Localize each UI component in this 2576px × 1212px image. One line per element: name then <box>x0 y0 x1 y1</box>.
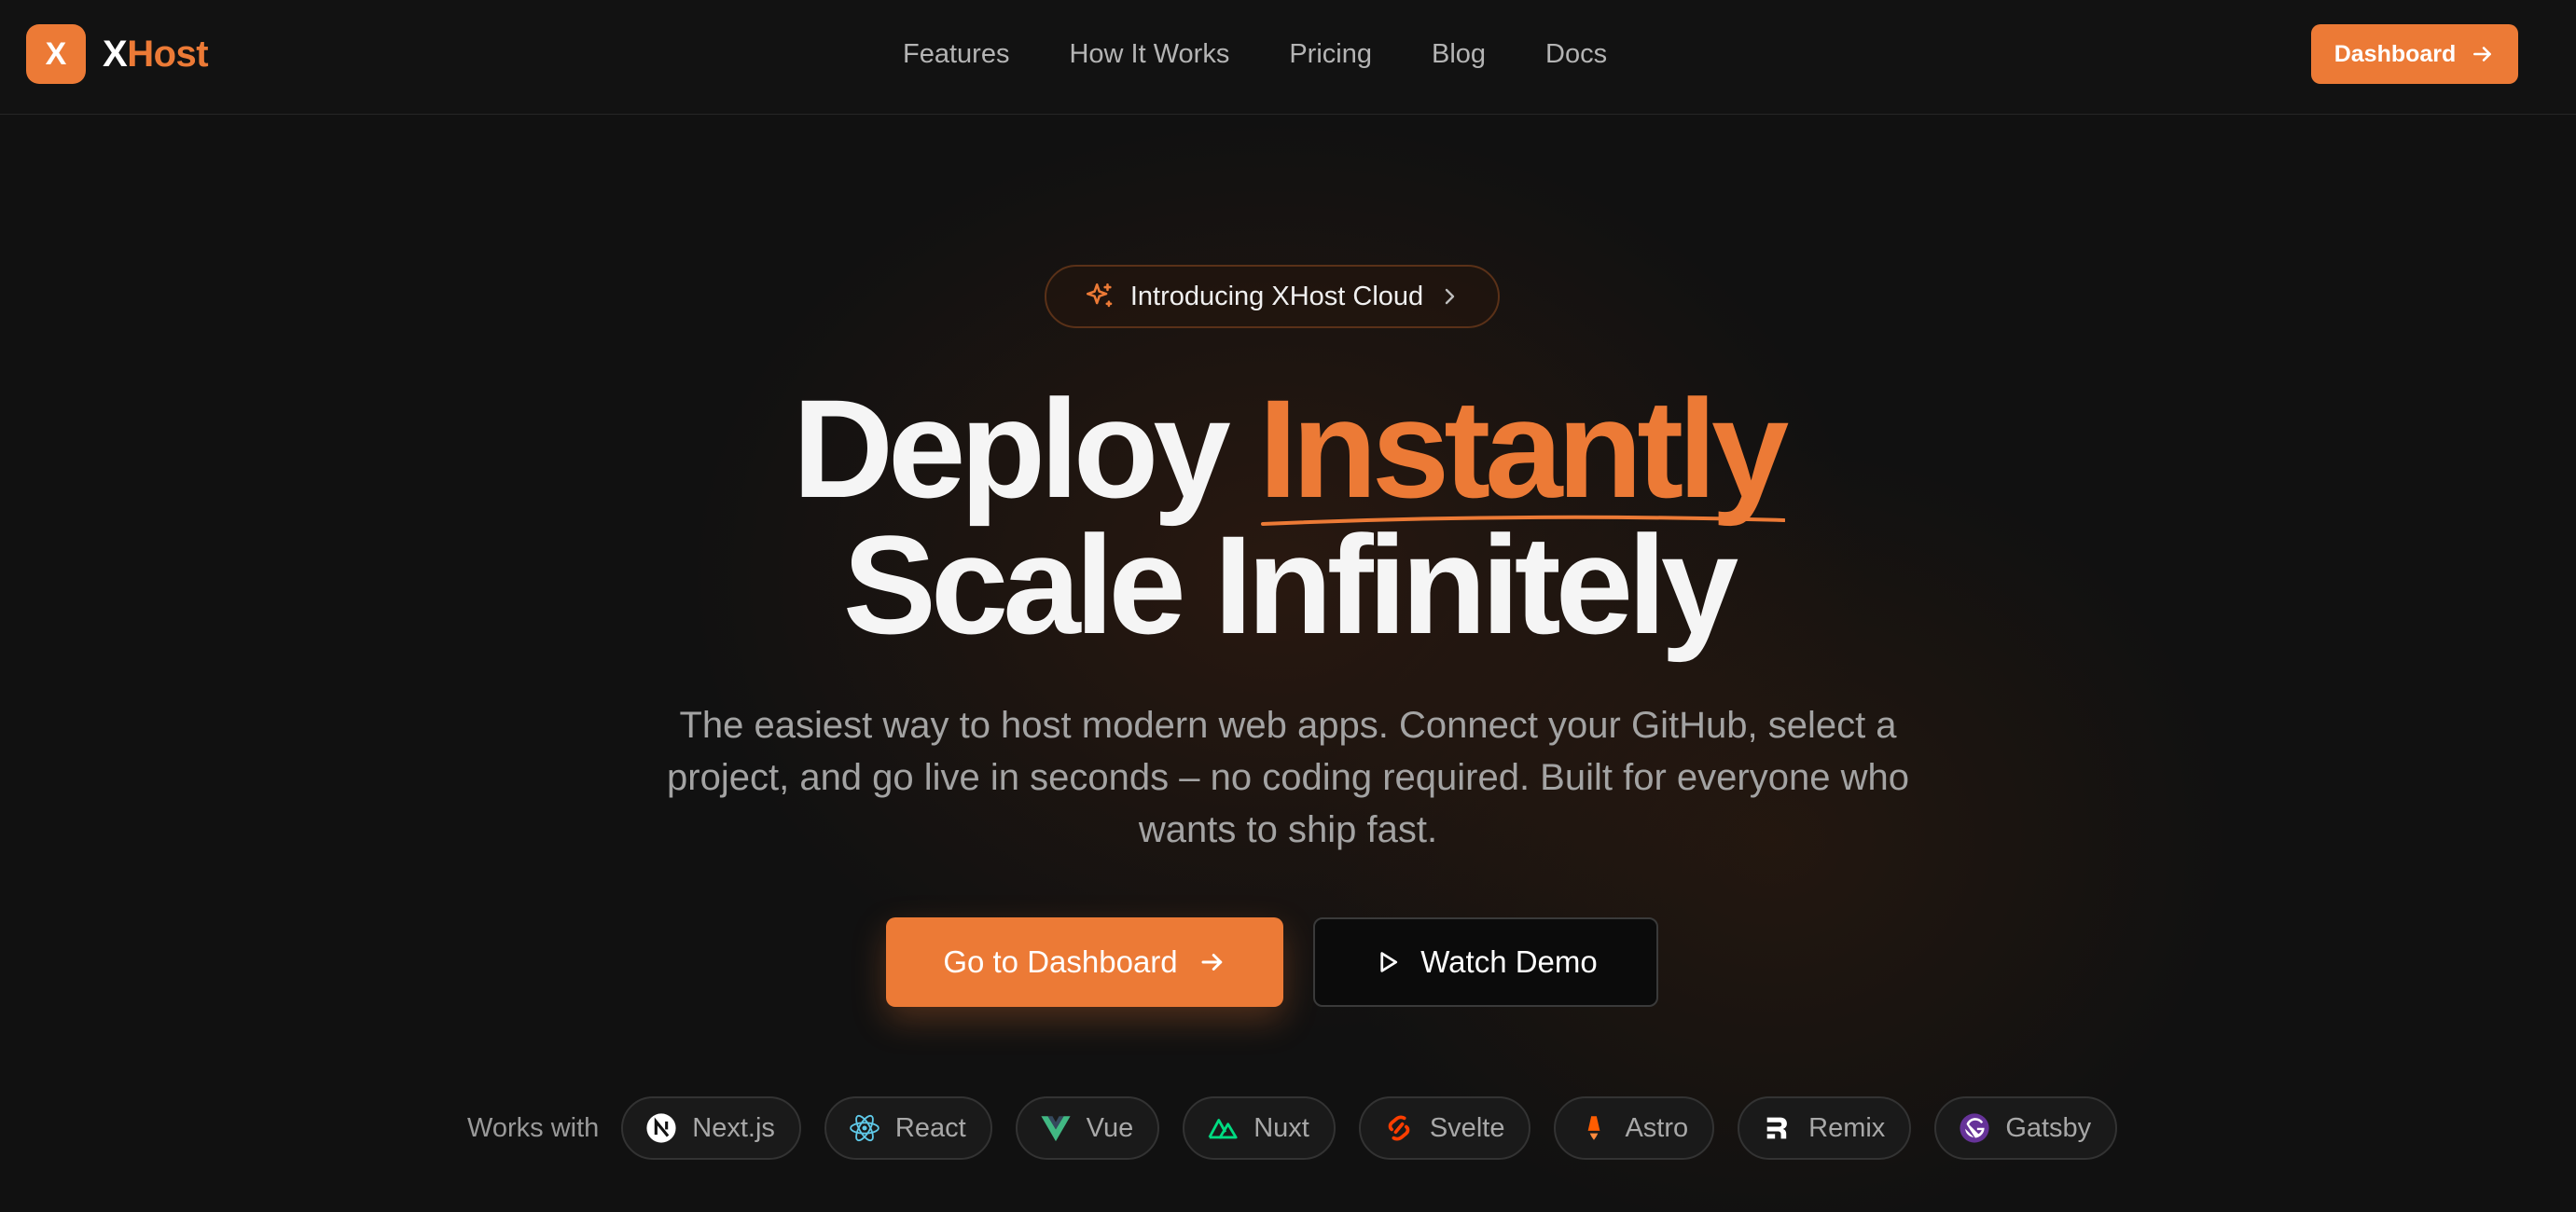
accent-underline <box>1260 515 1786 526</box>
headline-line-1: Deploy Instantly <box>0 379 2576 526</box>
chevron-right-icon <box>1438 285 1461 308</box>
react-icon <box>849 1112 880 1144</box>
logo-mark: X <box>26 24 86 84</box>
framework-name: Next.js <box>692 1112 775 1143</box>
nav-link-blog[interactable]: Blog <box>1432 39 1486 70</box>
framework-chip-remix[interactable]: Remix <box>1738 1096 1912 1160</box>
brand-name: XHost <box>103 33 209 76</box>
headline-line-2: Scale Infinitely <box>842 506 1738 663</box>
framework-name: Nuxt <box>1253 1112 1309 1143</box>
headline-deploy: Deploy <box>792 370 1231 527</box>
headline-accent: Instantly <box>1259 379 1789 526</box>
arrow-right-icon <box>2473 47 2492 62</box>
hero-subtitle: The easiest way to host modern web apps.… <box>667 705 1909 850</box>
top-navbar: X XHost Features How It Works Pricing Bl… <box>0 0 2576 115</box>
nav-link-features[interactable]: Features <box>903 39 1009 70</box>
brand-name-x: X <box>103 33 128 75</box>
works-with-row: Works with Next.js React Vue Nuxt Svelte… <box>467 1096 2118 1160</box>
framework-name: Astro <box>1625 1112 1689 1143</box>
hero-headline: Deploy Instantly Scale Infinitely <box>0 379 2576 663</box>
gatsby-icon <box>1959 1112 1990 1144</box>
dashboard-button[interactable]: Dashboard <box>2311 24 2518 84</box>
announcement-badge[interactable]: Introducing XHost Cloud <box>1045 265 1500 328</box>
announcement-label: Introducing XHost Cloud <box>1129 281 1424 311</box>
remix-icon <box>1762 1112 1794 1144</box>
nav-link-pricing[interactable]: Pricing <box>1289 39 1372 70</box>
framework-name: Vue <box>1086 1112 1134 1143</box>
main-nav: Features How It Works Pricing Blog Docs <box>903 35 1607 73</box>
framework-name: Gatsby <box>2005 1112 2092 1143</box>
brand-logo[interactable]: X XHost <box>26 24 209 84</box>
landing-page: X XHost Features How It Works Pricing Bl… <box>0 0 2576 1212</box>
go-to-dashboard-label: Go to Dashboard <box>943 944 1178 979</box>
go-to-dashboard-button[interactable]: Go to Dashboard <box>886 917 1283 1007</box>
nav-link-docs[interactable]: Docs <box>1545 39 1607 70</box>
works-with-label: Works with <box>467 1112 600 1143</box>
watch-demo-button[interactable]: Watch Demo <box>1313 917 1658 1007</box>
nextjs-icon <box>645 1112 677 1144</box>
svelte-icon <box>1383 1112 1415 1144</box>
framework-chip-astro[interactable]: Astro <box>1554 1096 1715 1160</box>
sparkles-icon <box>1084 281 1115 312</box>
play-icon <box>1380 952 1398 972</box>
nav-link-how-it-works[interactable]: How It Works <box>1069 39 1229 70</box>
astro-icon <box>1578 1112 1610 1144</box>
headline-instantly: Instantly <box>1258 370 1790 527</box>
watch-demo-label: Watch Demo <box>1420 944 1598 979</box>
nuxt-icon <box>1207 1112 1239 1144</box>
framework-name: React <box>894 1112 966 1143</box>
framework-chip-vue[interactable]: Vue <box>1015 1096 1160 1160</box>
framework-chip-svelte[interactable]: Svelte <box>1358 1096 1531 1160</box>
dashboard-button-label: Dashboard <box>2334 40 2457 67</box>
framework-chip-gatsby[interactable]: Gatsby <box>1934 1096 2118 1160</box>
arrow-right-icon <box>1201 954 1222 971</box>
framework-chip-react[interactable]: React <box>824 1096 992 1160</box>
vue-icon <box>1040 1112 1072 1144</box>
framework-name: Remix <box>1808 1112 1886 1143</box>
framework-chip-nextjs[interactable]: Next.js <box>621 1096 801 1160</box>
brand-name-host: Host <box>127 33 209 75</box>
framework-chip-nuxt[interactable]: Nuxt <box>1183 1096 1336 1160</box>
framework-name: Svelte <box>1429 1112 1505 1143</box>
